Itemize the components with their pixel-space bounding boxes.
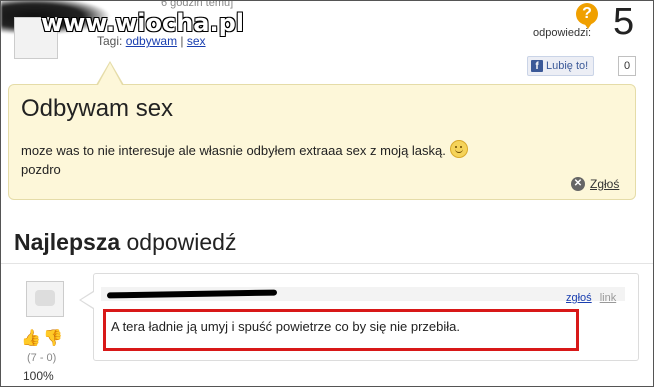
question-time-meta: 6 godzin temu] — [161, 0, 234, 9]
facebook-like-button[interactable]: f Lubię to! — [527, 56, 595, 76]
vote-percent: 100% — [23, 369, 54, 383]
site-watermark: www.wiocha.pl — [41, 9, 245, 37]
report-question-label: Zgłoś — [590, 177, 620, 191]
tag-link-odbywam[interactable]: odbywam — [126, 34, 177, 48]
report-answer-link[interactable]: zgłoś — [566, 292, 592, 304]
answer-actions: zgłoś link — [566, 292, 616, 304]
answers-label: odpowiedzi: — [533, 27, 592, 39]
facebook-icon: f — [531, 60, 543, 72]
question-body-line2: pozdro — [21, 162, 61, 177]
best-answer-heading-bold: Najlepsza — [14, 229, 121, 255]
tag-link-sex[interactable]: sex — [187, 34, 206, 48]
question-body-line1: moze was to nie interesuje ale własnie o… — [21, 143, 446, 158]
vote-count: (7 - 0) — [27, 352, 57, 364]
divider — [1, 263, 653, 264]
question-title: Odbywam sex — [21, 95, 174, 122]
answers-question-icon: ? — [576, 3, 598, 29]
page-frame: 6 godzin temu] www.wiocha.pl Tagi: odbyw… — [0, 0, 654, 387]
report-question-button[interactable]: ✕ Zgłoś — [571, 177, 619, 191]
tags-separator: | — [180, 34, 184, 48]
question-bubble-pointer-inner — [98, 63, 122, 85]
thumbs-up-icon[interactable]: 👍 — [21, 328, 41, 347]
answerer-avatar — [26, 281, 64, 317]
tags-prefix: Tagi: — [97, 34, 123, 48]
best-answer-heading: Najlepsza odpowiedź — [14, 229, 236, 256]
question-box: Odbywam sex moze was to nie interesuje a… — [8, 84, 636, 200]
answers-count: 5 — [613, 1, 635, 43]
question-tags: Tagi: odbywam | sex — [97, 34, 206, 48]
close-icon: ✕ — [571, 177, 585, 191]
answer-permalink[interactable]: link — [600, 292, 617, 304]
answer-text: A tera ładnie ją umyj i spuść powietrze … — [111, 319, 461, 334]
thumbs-down-icon[interactable]: 👎 — [43, 328, 63, 347]
like-button-label: Lubię to! — [546, 60, 589, 72]
question-body: moze was to nie interesuje ale własnie o… — [21, 140, 581, 179]
like-count: 0 — [618, 56, 636, 76]
smiley-icon — [449, 140, 468, 158]
best-answer-heading-rest: odpowiedź — [120, 229, 237, 255]
answer-bubble-pointer-inner — [81, 292, 94, 308]
